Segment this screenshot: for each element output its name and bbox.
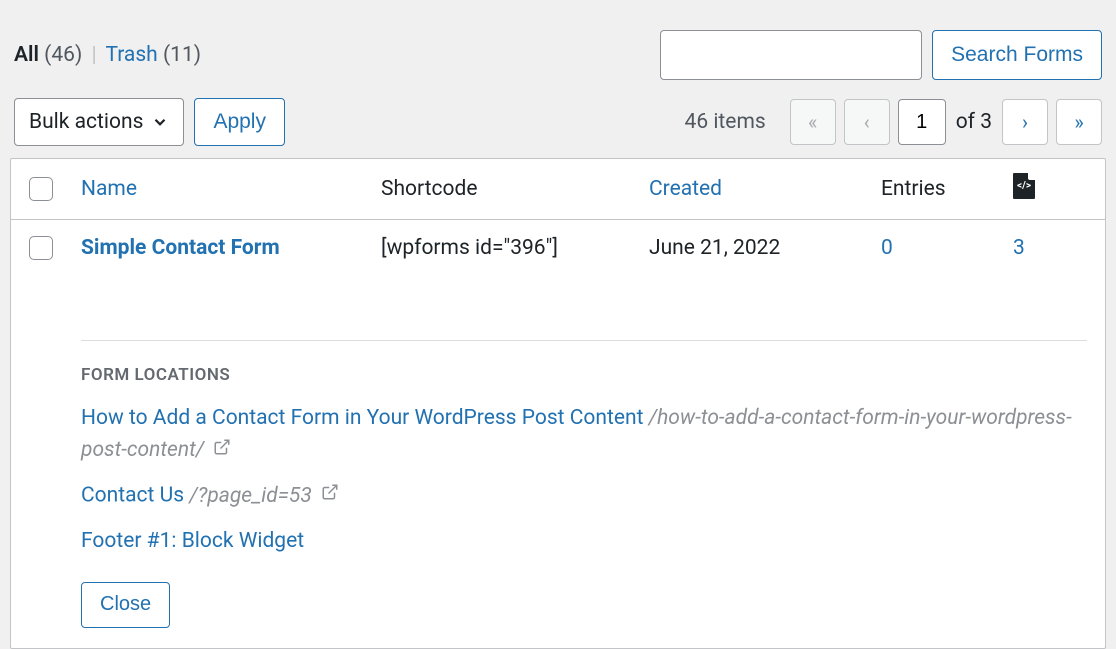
- list-item: How to Add a Contact Form in Your WordPr…: [81, 403, 1087, 466]
- code-file-icon: [1013, 173, 1035, 199]
- column-name[interactable]: Name: [81, 177, 381, 201]
- column-entries: Entries: [881, 177, 1013, 201]
- external-link-icon[interactable]: [213, 435, 231, 467]
- pagination: 46 items « ‹ of 3 › »: [685, 99, 1102, 145]
- last-page-button[interactable]: »: [1056, 99, 1102, 145]
- external-link-icon[interactable]: [321, 480, 339, 512]
- form-locations-title: FORM LOCATIONS: [81, 365, 1087, 385]
- items-count: 46 items: [685, 110, 766, 134]
- shortcode-value: [wpforms id="396"]: [381, 236, 558, 260]
- location-slug: /?page_id=53: [189, 484, 339, 508]
- list-item: Footer #1: Block Widget: [81, 526, 1087, 558]
- form-locations-panel: FORM LOCATIONS How to Add a Contact Form…: [81, 340, 1087, 648]
- first-page-button: «: [790, 99, 836, 145]
- filter-links: All (46) | Trash (11): [14, 43, 201, 67]
- created-date: June 21, 2022: [649, 236, 780, 260]
- search-input[interactable]: [660, 30, 922, 80]
- prev-page-button: ‹: [844, 99, 890, 145]
- location-link[interactable]: Footer #1: Block Widget: [81, 529, 304, 553]
- location-link[interactable]: Contact Us: [81, 484, 184, 508]
- table-row: Simple Contact Form [wpforms id="396"] J…: [11, 220, 1105, 260]
- locations-count-link[interactable]: 3: [1013, 236, 1025, 260]
- close-button[interactable]: Close: [81, 582, 170, 628]
- filter-all-label[interactable]: All: [14, 43, 39, 67]
- filter-trash-link[interactable]: Trash: [105, 43, 157, 67]
- chevron-down-icon: [151, 113, 169, 131]
- form-name-link[interactable]: Simple Contact Form: [81, 236, 280, 260]
- filter-all-count: (46): [44, 43, 82, 67]
- entries-link[interactable]: 0: [881, 236, 893, 260]
- bulk-actions-select[interactable]: Bulk actions: [14, 98, 184, 146]
- current-page-input[interactable]: [898, 99, 946, 145]
- column-created[interactable]: Created: [649, 177, 881, 201]
- filter-trash-count: (11): [163, 43, 201, 67]
- filter-separator: |: [91, 43, 96, 67]
- total-pages-text: of 3: [956, 110, 992, 134]
- forms-table: Name Shortcode Created Entries Simple Co…: [10, 158, 1106, 649]
- location-link[interactable]: How to Add a Contact Form in Your WordPr…: [81, 406, 643, 430]
- next-page-button[interactable]: ›: [1002, 99, 1048, 145]
- table-header: Name Shortcode Created Entries: [11, 159, 1105, 220]
- list-item: Contact Us /?page_id=53: [81, 480, 1087, 512]
- search-forms-button[interactable]: Search Forms: [932, 30, 1102, 80]
- select-all-checkbox[interactable]: [29, 177, 53, 201]
- apply-button[interactable]: Apply: [194, 98, 285, 146]
- bulk-actions-label: Bulk actions: [29, 110, 143, 134]
- column-shortcode: Shortcode: [381, 177, 649, 201]
- row-checkbox[interactable]: [29, 236, 53, 260]
